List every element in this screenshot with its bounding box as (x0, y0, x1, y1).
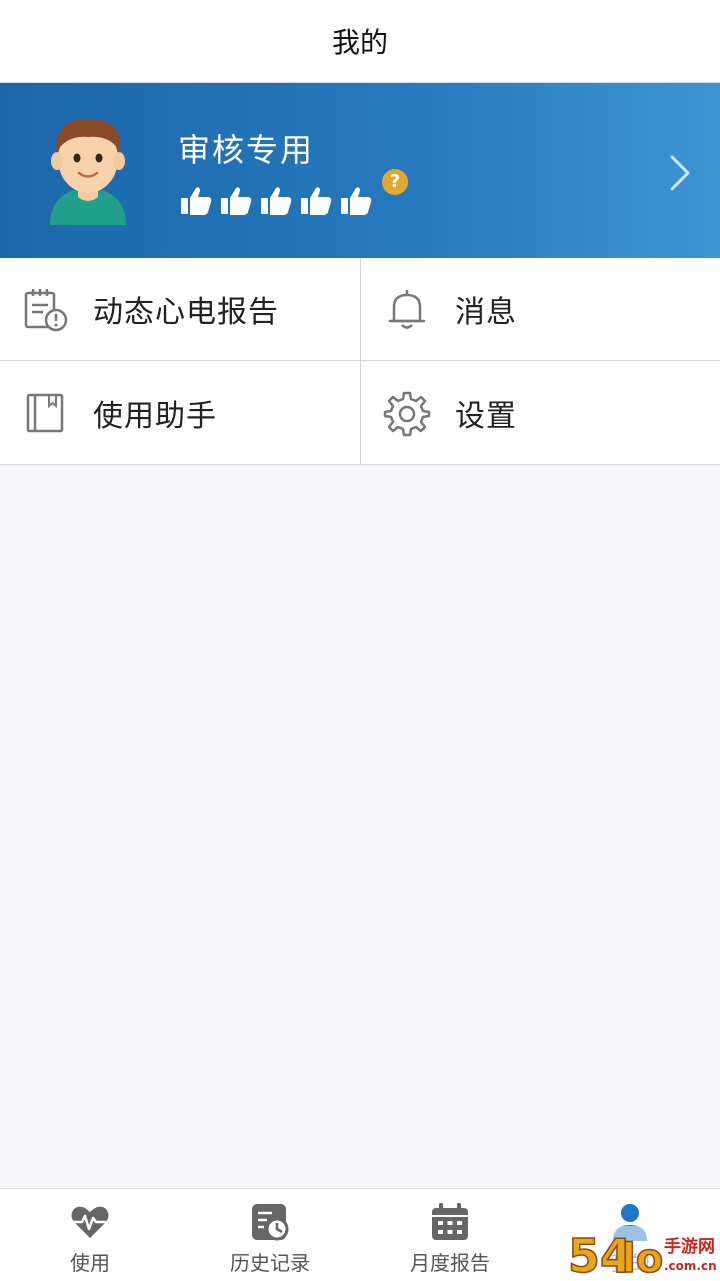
menu-item-settings[interactable]: 设置 (360, 361, 720, 464)
chevron-right-icon[interactable] (664, 153, 694, 193)
menu-item-ecg-report[interactable]: 动态心电报告 (0, 258, 360, 361)
help-icon[interactable]: ? (382, 169, 408, 195)
tab-history[interactable]: 历史记录 (180, 1189, 360, 1281)
thumbs-up-icon (221, 187, 252, 215)
ecg-report-icon (24, 289, 68, 332)
menu-label-settings: 设置 (455, 398, 517, 434)
profile-banner[interactable]: 审核专用 ? (0, 83, 720, 258)
heart-pulse-icon (71, 1206, 109, 1238)
tab-label-mine: 我的 (610, 1251, 650, 1275)
thumbs-up-icon (261, 187, 292, 215)
tab-label-history: 历史记录 (230, 1251, 310, 1275)
book-icon (26, 393, 64, 432)
thumbs-up-icon (301, 187, 332, 215)
menu-item-messages[interactable]: 消息 (360, 258, 720, 361)
tab-label-monthly-report: 月度报告 (410, 1251, 490, 1275)
tab-label-use: 使用 (70, 1251, 110, 1275)
gear-icon (383, 391, 431, 436)
tab-mine[interactable]: 我的 (540, 1189, 720, 1281)
menu-label-messages: 消息 (455, 295, 517, 330)
bell-icon (388, 290, 426, 329)
menu-grid: 动态心电报告 消息 使用助手 设置 (0, 258, 720, 465)
avatar (50, 119, 126, 225)
thumbs-up-icon (181, 187, 212, 215)
thumbs-up-icon (341, 187, 372, 215)
menu-item-user-guide[interactable]: 使用助手 (0, 361, 360, 464)
page-title: 我的 (331, 26, 388, 59)
person-icon (613, 1204, 647, 1241)
tab-use[interactable]: 使用 (0, 1189, 180, 1281)
calendar-icon (432, 1203, 468, 1240)
history-icon (252, 1204, 289, 1241)
menu-label-user-guide: 使用助手 (93, 398, 217, 434)
user-name: 审核专用 (178, 131, 315, 169)
top-header: 我的 (0, 0, 720, 83)
bottom-tab-bar: 使用 历史记录 月度报告 我的 (0, 1188, 720, 1281)
rating-thumbs (178, 183, 374, 219)
menu-label-ecg-report: 动态心电报告 (93, 295, 279, 330)
tab-monthly-report[interactable]: 月度报告 (360, 1189, 540, 1281)
